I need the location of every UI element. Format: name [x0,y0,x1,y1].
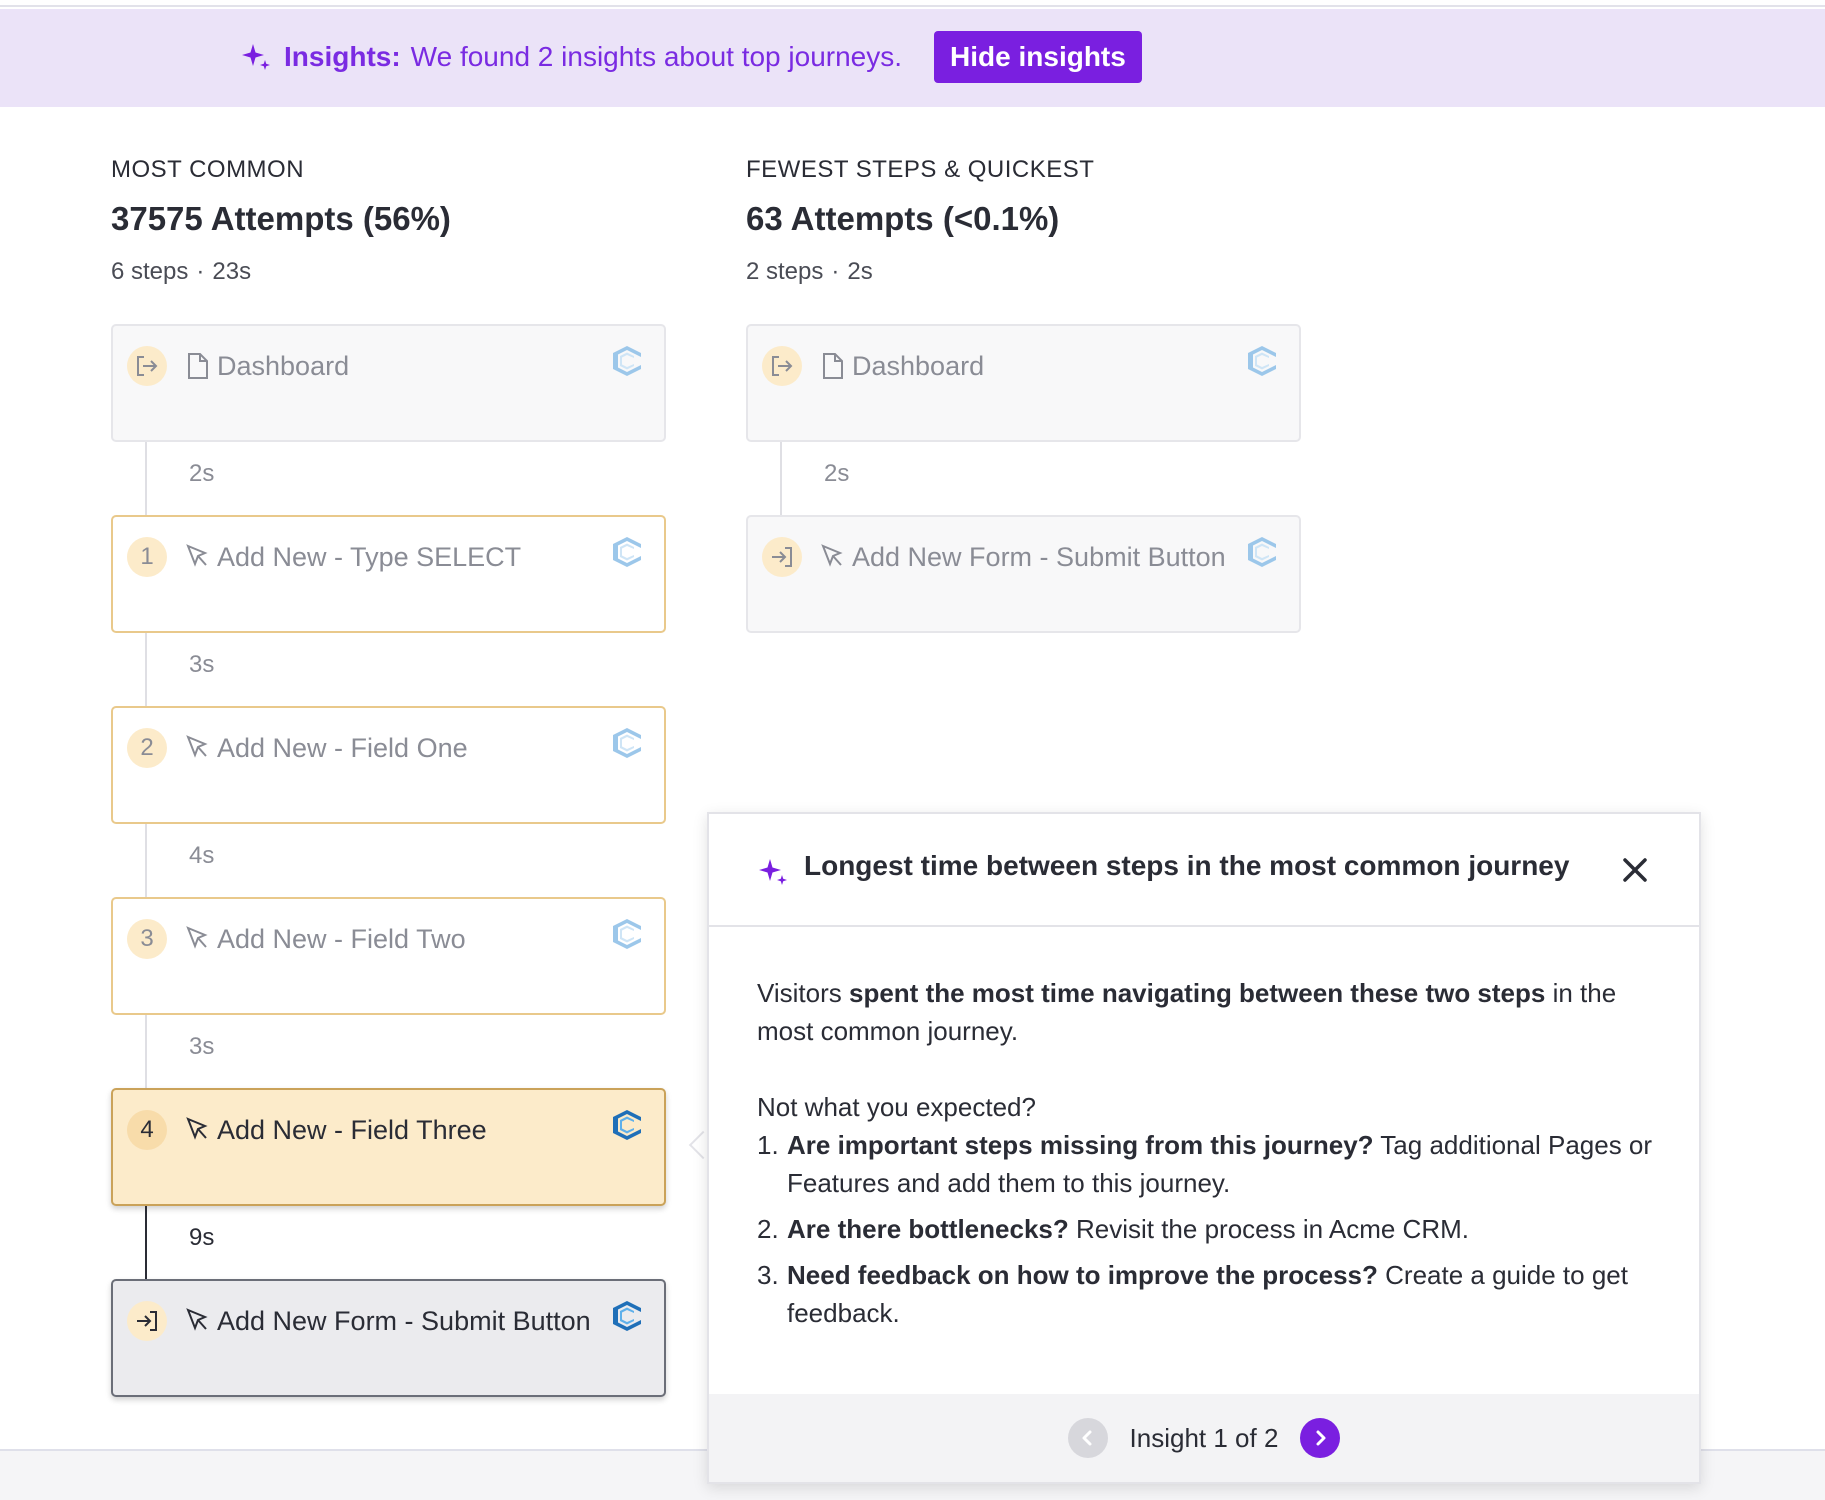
list-item: 3. Need feedback on how to improve the pr… [757,1260,1628,1328]
step-label: Dashboard [217,351,350,381]
enter-icon [762,537,802,577]
app-logo-icon [613,919,641,949]
step-label: Add New - Type SELECT [217,542,522,572]
step-number: 2 [127,728,167,768]
step-label: Add New - Field One [217,733,468,763]
enter-icon [127,1301,167,1341]
meta-separator: · [196,258,205,285]
list-item: 1. Are important steps missing from this … [757,1130,1653,1198]
journey-label: FEWEST STEPS & QUICKEST [746,156,1095,183]
top-border [0,0,1825,7]
insight-popover: Longest time between steps in the most c… [707,812,1701,1484]
journey-step[interactable]: Dashboard [746,324,1301,442]
step-connector: 2s [746,442,1306,515]
journey-duration: 2s [847,258,873,285]
step-label: Add New - Field Three [217,1115,487,1145]
step-time: 2s [189,460,215,487]
journey-steps: Dashboard 2s 1 Add New - Type SELECT 3s … [111,324,671,1397]
step-time: 3s [189,651,215,678]
banner-title: Insights: [284,41,401,72]
journey-duration: 23s [212,258,252,285]
step-number: 1 [127,537,167,577]
app-logo-icon [613,728,641,758]
cursor-icon [821,544,843,567]
step-time: 2s [824,460,850,487]
cursor-icon [186,1308,208,1331]
step-connector: 9s [111,1206,671,1279]
step-label: Add New Form - Submit Button [217,1306,591,1336]
previous-insight-button[interactable] [1067,1418,1108,1458]
cursor-icon [186,926,208,949]
step-number: 3 [127,919,167,959]
insight-suggestions: 1. Are important steps missing from this … [757,1126,1657,1332]
chevron-left-icon [1082,1430,1092,1446]
journey-meta: 6 steps · 23s [111,256,671,288]
sparkle-icon [759,859,787,885]
popover-footer: Insight 1 of 2 [709,1394,1699,1482]
step-connector: 3s [111,1015,671,1088]
exit-icon [762,346,802,386]
insight-pager: Insight 1 of 2 [1129,1422,1279,1453]
page-icon [823,353,843,379]
journey-meta: 2 steps · 2s [746,256,1306,288]
step-time: 3s [189,1033,215,1060]
insight-emphasis: spent the most time navigating between t… [849,978,1546,1008]
list-item: 2. Are there bottlenecks? Revisit the pro… [757,1214,1469,1244]
app-logo-icon [1248,537,1276,567]
cursor-icon [186,544,208,567]
page-icon [188,353,208,379]
step-connector: 3s [111,633,671,706]
journey-step[interactable]: 3 Add New - Field Two [111,897,666,1015]
journey-step[interactable]: Add New Form - Submit Button [746,515,1301,633]
app-logo-icon [613,537,641,567]
cursor-icon [186,735,208,758]
step-label: Dashboard [852,351,985,381]
hide-insights-button[interactable]: Hide insights [934,31,1142,83]
meta-separator: · [831,258,840,285]
step-time: 9s [189,1224,215,1251]
close-icon[interactable] [1619,854,1651,886]
step-connector: 4s [111,824,671,897]
step-label: Add New Form - Submit Button [852,542,1226,572]
step-time: 4s [189,842,215,869]
exit-icon [127,346,167,386]
insight-description: Visitors spent the most time navigating … [757,978,1617,1046]
most-common-journey: MOST COMMON 37575 Attempts (56%) 6 steps… [111,150,671,1397]
journey-step-highlighted[interactable]: 4 Add New - Field Three [111,1088,666,1206]
journey-step[interactable]: 2 Add New - Field One [111,706,666,824]
journey-label: MOST COMMON [111,156,305,183]
insights-banner: Insights: We found 2 insights about top … [0,9,1825,107]
cursor-icon [186,1117,208,1140]
next-insight-button[interactable] [1300,1418,1341,1458]
sparkle-icon [242,44,270,70]
chevron-right-icon [1316,1430,1326,1446]
journey-steps: Dashboard 2s Add New Form - Submit Butto… [746,324,1306,633]
quickest-journey: FEWEST STEPS & QUICKEST 63 Attempts (<0.… [746,150,1306,633]
journey-step-highlighted[interactable]: Add New Form - Submit Button [111,1279,666,1397]
popover-body: Visitors spent the most time navigating … [757,974,1657,1340]
journey-step[interactable]: 1 Add New - Type SELECT [111,515,666,633]
banner-text: We found 2 insights about top journeys. [410,41,903,72]
step-connector: 2s [111,442,671,515]
popover-header: Longest time between steps in the most c… [709,814,1699,927]
steps-count: 2 steps [746,258,824,285]
popover-title: Longest time between steps in the most c… [804,850,1570,881]
journey-attempts: 37575 Attempts (56%) [111,200,451,237]
app-logo-icon [613,1301,641,1331]
app-logo-icon [613,346,641,376]
app-logo-icon [1248,346,1276,376]
steps-count: 6 steps [111,258,189,285]
step-number: 4 [127,1110,167,1150]
journey-attempts: 63 Attempts (<0.1%) [746,200,1060,237]
step-label: Add New - Field Two [217,924,466,954]
journey-step[interactable]: Dashboard [111,324,666,442]
app-logo-icon [613,1110,641,1140]
insight-question: Not what you expected? [757,1092,1036,1122]
